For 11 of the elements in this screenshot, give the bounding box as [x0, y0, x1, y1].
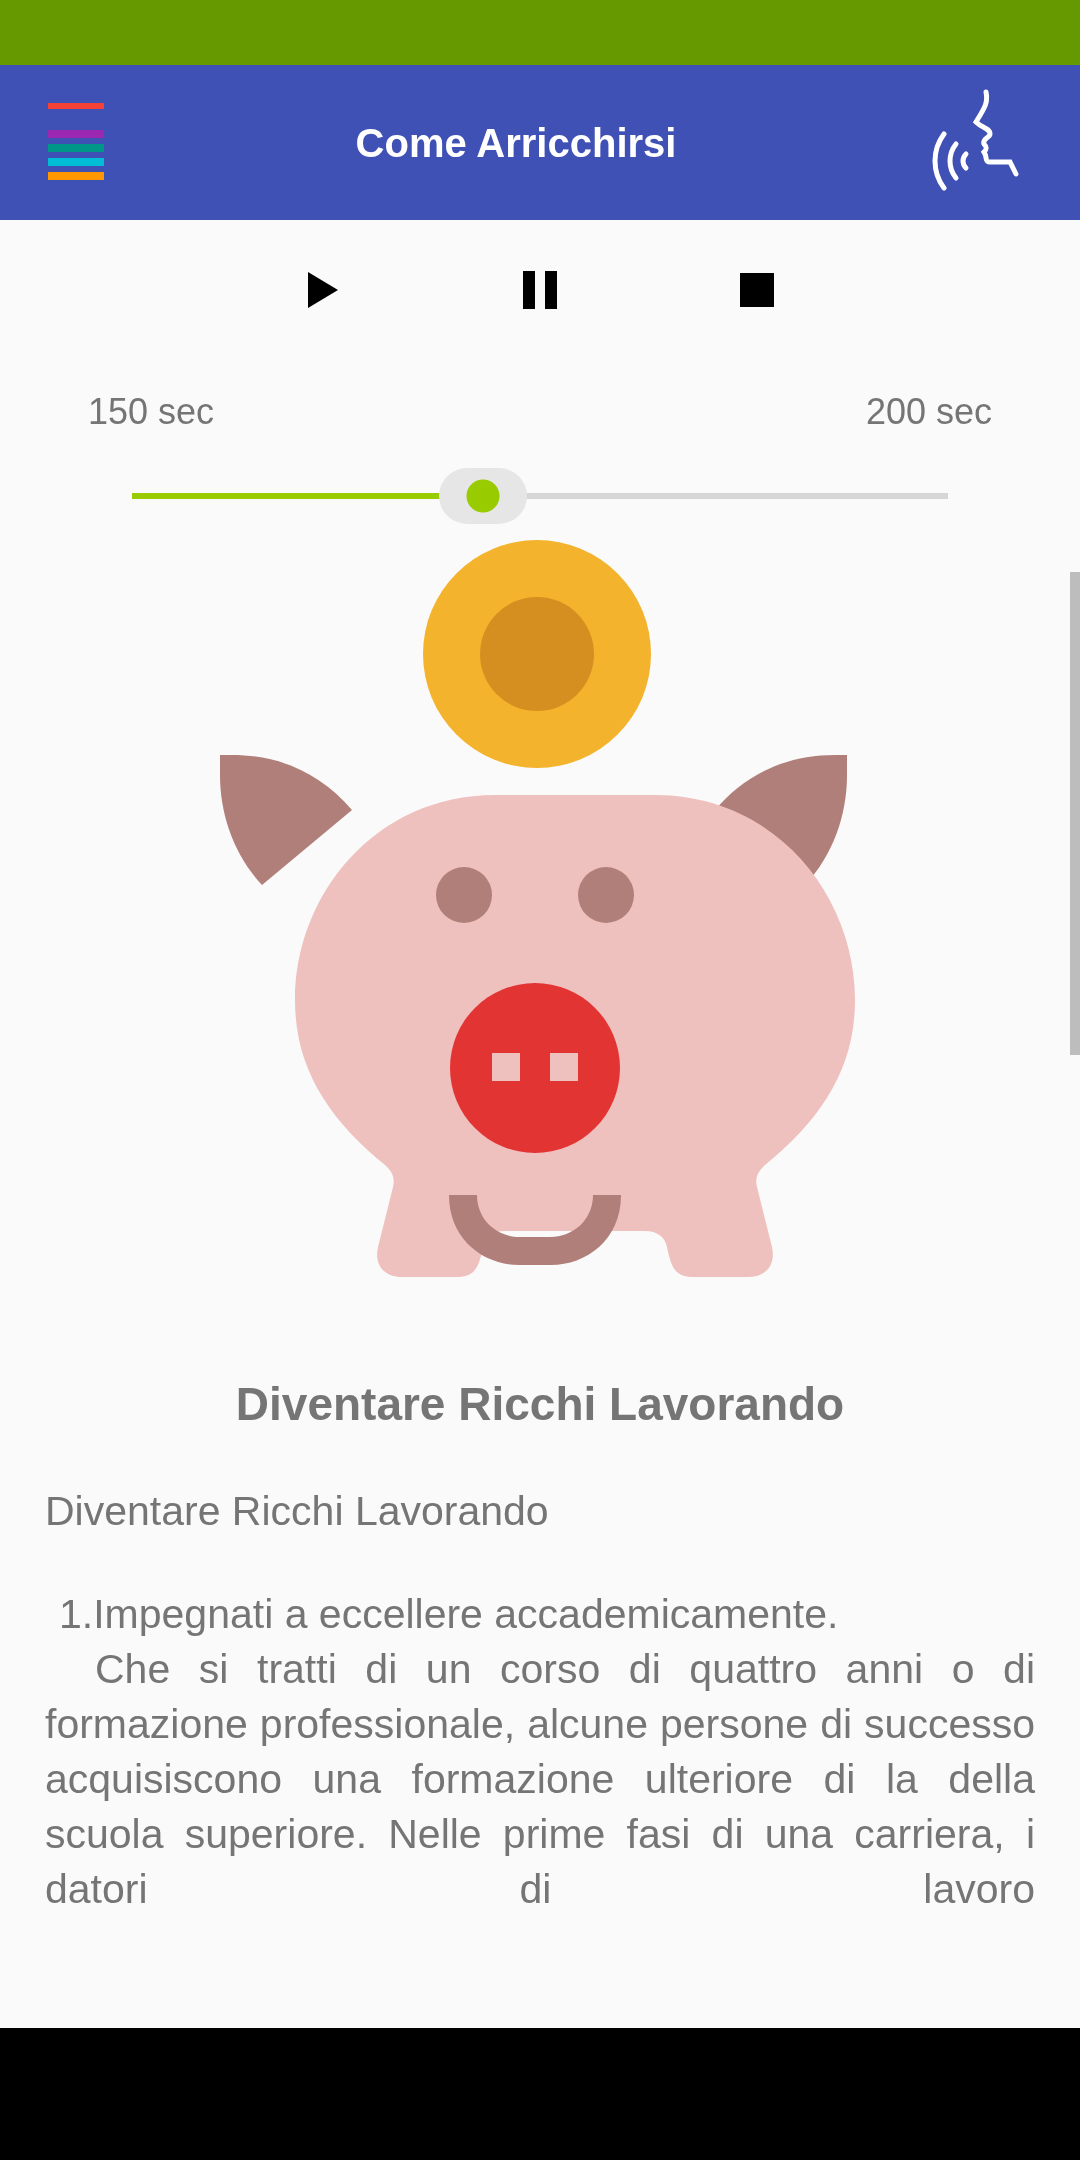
- menu-icon[interactable]: [48, 102, 104, 183]
- app-title: Come Arricchirsi: [355, 119, 677, 167]
- end-time-label: 200 sec: [865, 390, 992, 434]
- article-intro: Diventare Ricchi Lavorando: [45, 1487, 550, 1536]
- article-point: 1.Impegnati a eccellere accademicamente.: [58, 1590, 840, 1639]
- start-time-label: 150 sec: [88, 390, 215, 434]
- pause-icon: [523, 270, 557, 310]
- article-paragraph: Che si tratti di un corso di quattro anni o di formazione professionale, alcune persone di successo acquisiscono una formazione ulteriore di la della scuola superiore. Nelle prime fasi di una carriera, i datori di lavoro: [45, 1645, 1035, 1914]
- slider-thumb[interactable]: [438, 468, 527, 524]
- stop-icon: [739, 273, 774, 307]
- article-heading: Diventare Ricchi Lavorando: [234, 1377, 846, 1432]
